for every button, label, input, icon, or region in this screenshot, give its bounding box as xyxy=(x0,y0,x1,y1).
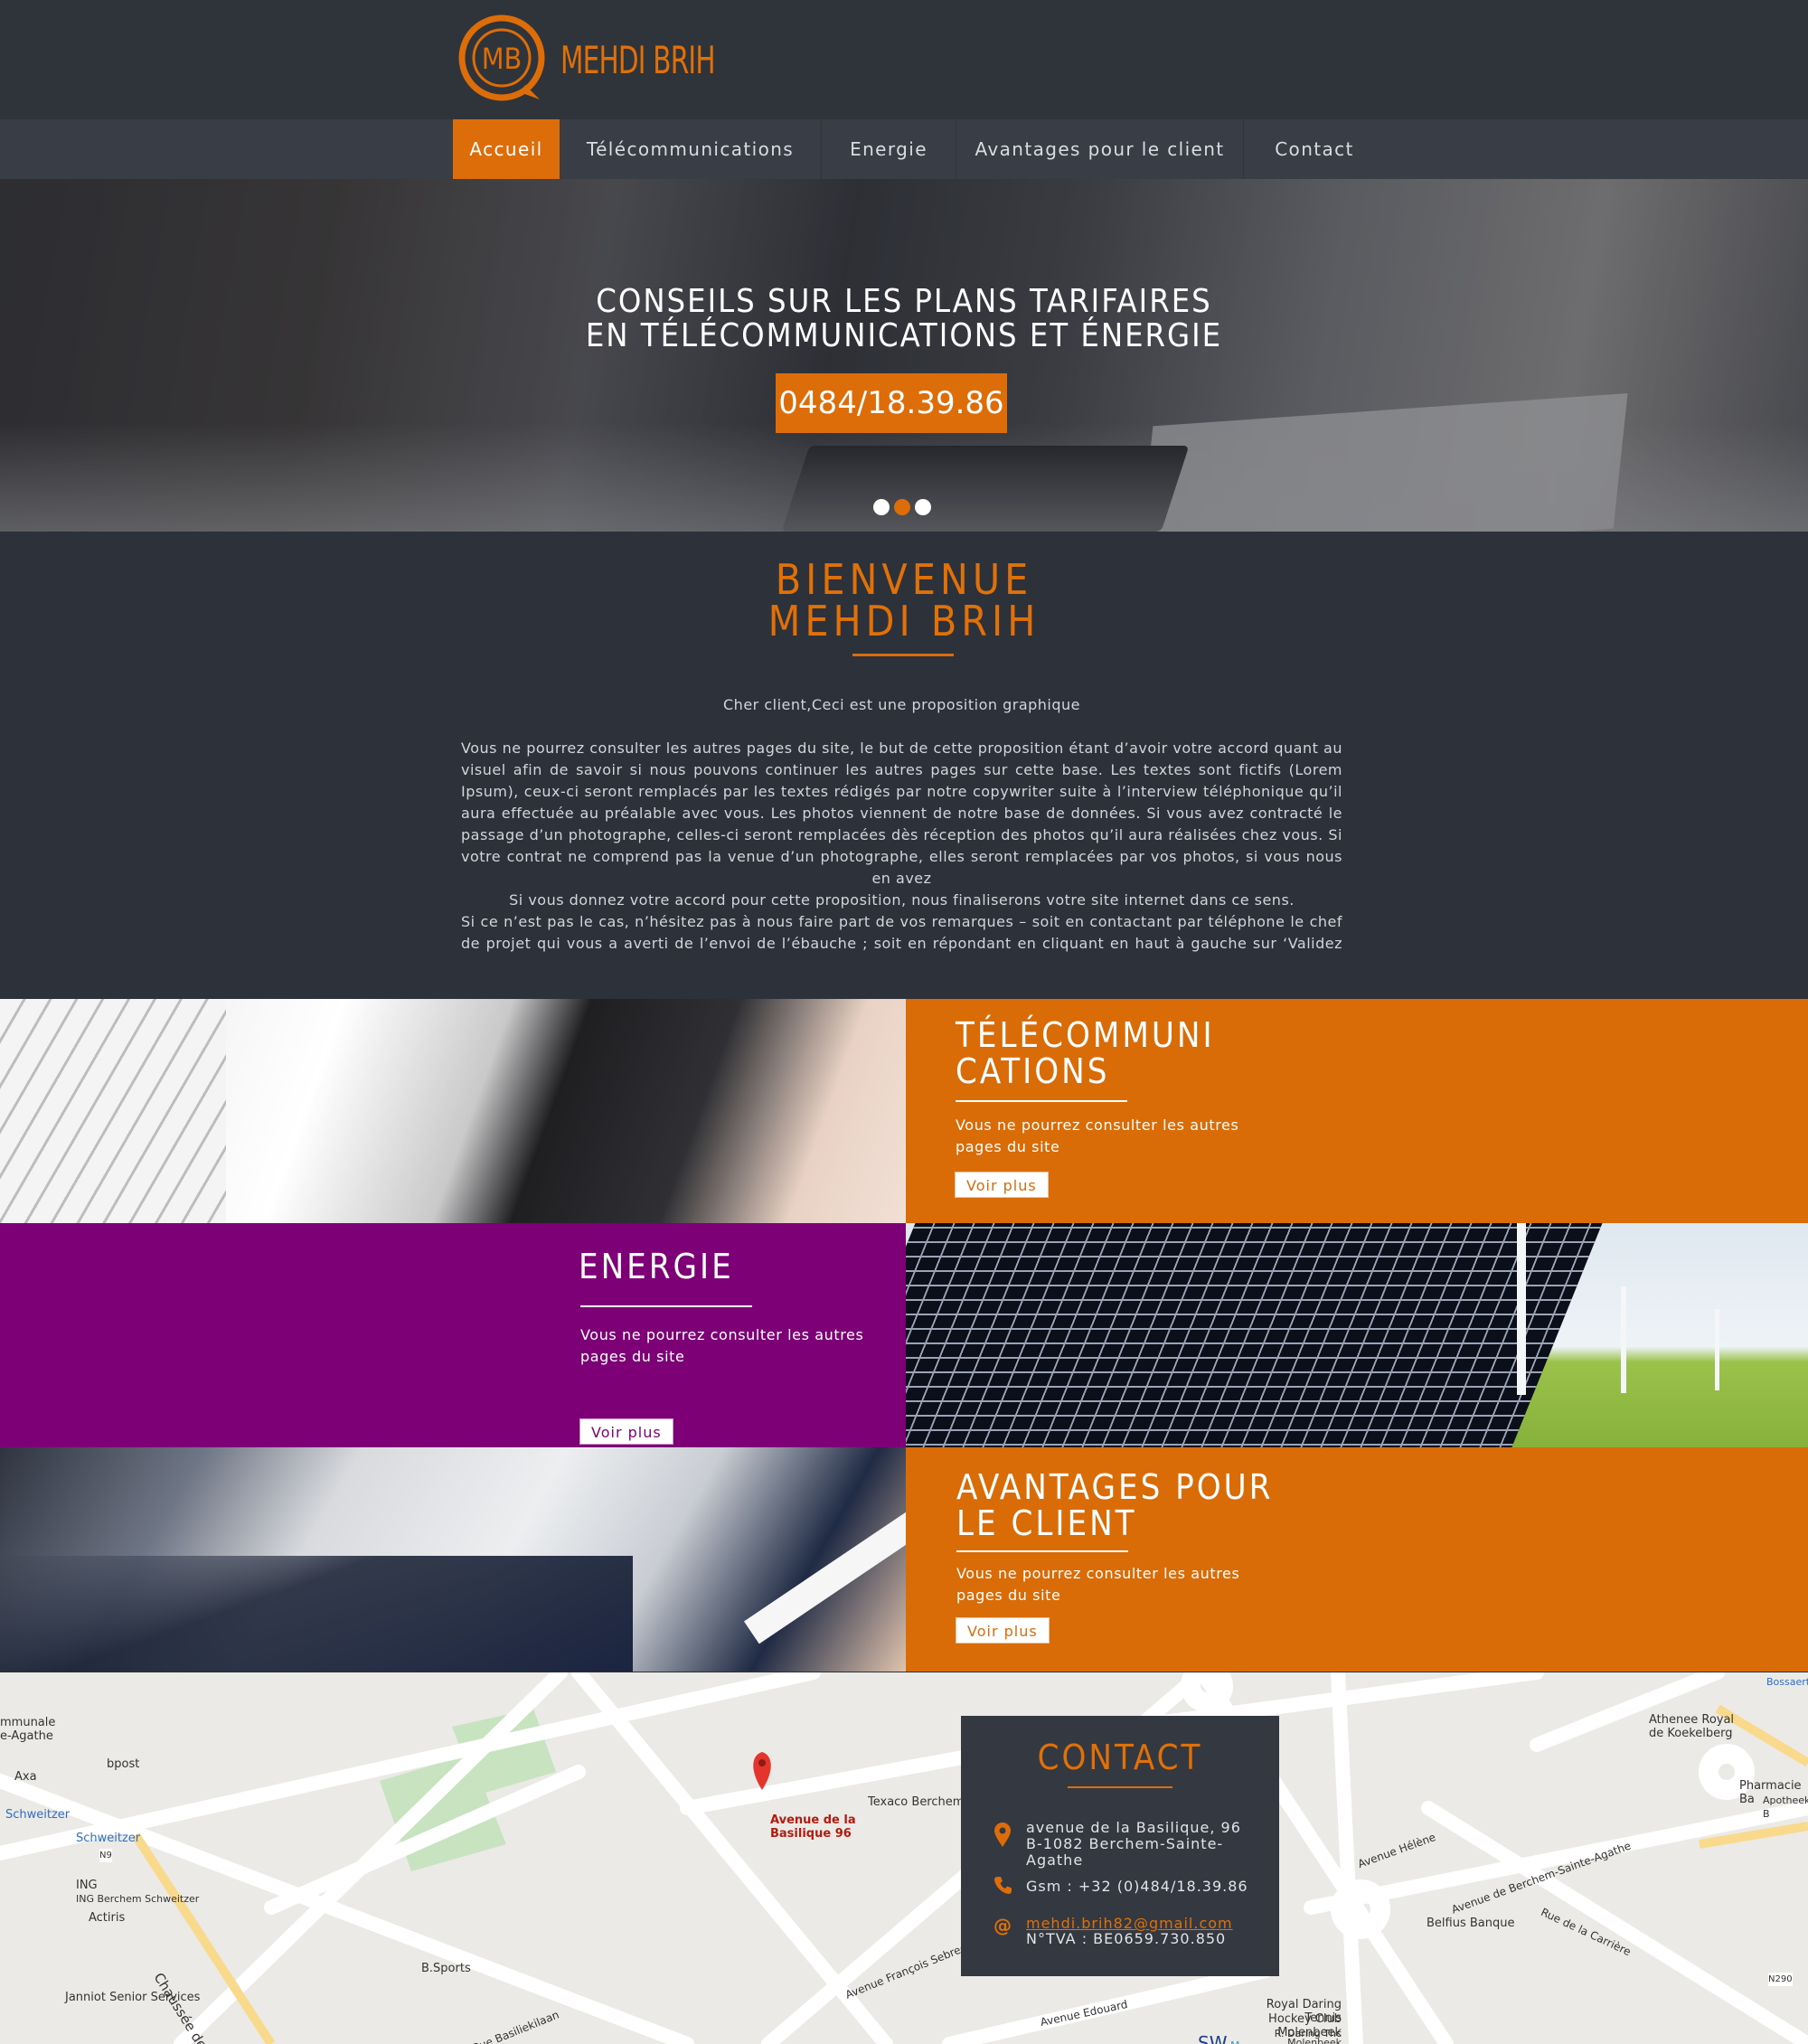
map-pin-label-line1: Avenue de la xyxy=(770,1813,856,1827)
nav-item-telecommunications[interactable]: Télécommunications xyxy=(560,119,822,179)
map-label: bpost xyxy=(107,1757,140,1771)
logo-initials: MB xyxy=(482,42,523,76)
nav-item-avantages[interactable]: Avantages pour le client xyxy=(956,119,1244,179)
contact-card: CONTACT avenue de la Basilique, 96 B-108… xyxy=(961,1716,1279,1976)
svg-text:SW: SW xyxy=(1198,2032,1228,2044)
avantages-divider xyxy=(956,1550,1128,1552)
contact-title: CONTACT xyxy=(1037,1738,1203,1777)
map-label: Schweitzer xyxy=(5,1808,71,1822)
telecom-tile: TÉLÉCOMMUNI CATIONS Vous ne pourrez cons… xyxy=(906,999,1808,1223)
solar-photo xyxy=(906,1223,1808,1447)
welcome-divider xyxy=(852,654,954,656)
at-icon: @ xyxy=(993,1915,1012,1936)
map-label: Schweitzer xyxy=(76,1832,141,1845)
contact-tva: N°TVA : BE0659.730.850 xyxy=(1026,1930,1227,1947)
map-swm-logo: SW M xyxy=(1166,2030,1275,2044)
wind-turbine-mast-3 xyxy=(1715,1309,1719,1390)
map-label: N9 xyxy=(99,1849,112,1862)
telecom-title-line1: TÉLÉCOMMUNI xyxy=(956,1015,1215,1055)
contact-address-line1: avenue de la Basilique, 96 xyxy=(1026,1819,1241,1836)
telecom-divider xyxy=(956,1100,1127,1102)
header-bar: MB MEHDI BRIH xyxy=(0,0,1808,119)
keyboard-image xyxy=(0,999,226,1223)
energie-voir-plus-button[interactable]: Voir plus xyxy=(579,1418,673,1445)
map-label: ING Berchem Schweitzer xyxy=(76,1893,200,1905)
contact-address-line2: B-1082 Berchem-Sainte-Agathe xyxy=(1026,1835,1224,1869)
phone-icon xyxy=(994,1877,1012,1894)
wind-turbine-mast-1 xyxy=(1517,1223,1526,1395)
hero-title: CONSEILS SUR LES PLANS TARIFAIRES EN TÉL… xyxy=(0,285,1808,353)
hero-title-line2: EN TÉLÉCOMMUNICATIONS ET ÉNERGIE xyxy=(585,317,1223,354)
map-label: Athenee Royal xyxy=(1649,1713,1735,1727)
map-label: mmunale xyxy=(0,1716,56,1729)
energie-title: ENERGIE xyxy=(579,1247,734,1286)
avantages-text: Vous ne pourrez consulter les autres pag… xyxy=(956,1565,1240,1604)
map-label: Actiris xyxy=(89,1911,126,1925)
map-label: de Koekelberg xyxy=(1649,1727,1733,1740)
slider-dot-2[interactable] xyxy=(894,499,910,515)
map-label: N290 xyxy=(1768,1973,1793,1986)
avantages-tile: AVANTAGES POUR LE CLIENT Vous ne pourrez… xyxy=(906,1447,1808,1672)
logo-icon[interactable]: MB xyxy=(457,13,551,105)
avantages-voir-plus-button[interactable]: Voir plus xyxy=(956,1617,1050,1644)
suit-arm-image xyxy=(0,1556,633,1672)
welcome-title: BIENVENUE MEHDI BRIH xyxy=(0,559,1808,642)
hero-overlay xyxy=(0,179,1808,532)
map-pin-label: Avenue de la Basilique 96 xyxy=(770,1813,856,1841)
slider-dot-3[interactable] xyxy=(915,499,931,515)
welcome-title-line2: MEHDI BRIH xyxy=(767,597,1041,645)
telecom-title-line2: CATIONS xyxy=(956,1051,1110,1091)
solar-panel-image xyxy=(906,1223,1606,1447)
svg-text:M: M xyxy=(1230,2039,1239,2044)
contact-gsm[interactable]: Gsm : +32 (0)484/18.39.86 xyxy=(1026,1879,1248,1895)
energie-divider xyxy=(580,1305,752,1307)
nav-item-contact[interactable]: Contact xyxy=(1244,119,1385,179)
main-nav: Accueil Télécommunications Energie Avant… xyxy=(0,119,1808,179)
telecom-title: TÉLÉCOMMUNI CATIONS xyxy=(956,1017,1215,1089)
nav-item-accueil[interactable]: Accueil xyxy=(453,119,560,179)
map-label: B.Sports xyxy=(421,1962,471,1975)
welcome-paragraph-2-line1: Si vous donnez votre accord pour cette p… xyxy=(509,891,1295,909)
map-marker-icon xyxy=(994,1823,1011,1847)
telecom-photo xyxy=(0,999,906,1223)
location-map[interactable]: Avenue de la Basilique 96 mmunale e-Agat… xyxy=(0,1672,1808,2044)
map-label: Axa xyxy=(14,1770,37,1784)
map-streets xyxy=(0,1672,1808,2044)
swm-logo-icon: SW M xyxy=(1198,2032,1239,2044)
telecom-voir-plus-button[interactable]: Voir plus xyxy=(955,1172,1049,1198)
hero-slider xyxy=(0,179,1808,532)
map-label: Belfius Banque xyxy=(1427,1917,1515,1930)
brand-name[interactable]: MEHDI BRIH xyxy=(560,38,716,82)
map-label: ING xyxy=(76,1879,98,1892)
welcome-title-line1: BIENVENUE xyxy=(775,555,1033,604)
avantages-title-line1: AVANTAGES POUR xyxy=(956,1467,1274,1507)
contact-divider xyxy=(1068,1786,1172,1788)
map-label: Bossaert xyxy=(1766,1676,1808,1688)
welcome-greeting: Cher client,Ceci est une proposition gra… xyxy=(723,696,1080,713)
map-label: Texaco Berchem xyxy=(868,1795,965,1809)
hero-phone-button[interactable]: 0484/18.39.86 xyxy=(776,373,1007,433)
slider-dots xyxy=(873,499,936,515)
energie-tile: ENERGIE Vous ne pourrez consulter les au… xyxy=(0,1223,906,1447)
welcome-paragraph-2-line2: Si ce n’est pas le cas, n’hésitez pas à … xyxy=(461,913,1342,952)
avantages-photo xyxy=(0,1447,947,1672)
map-pin-label-line2: Basilique 96 xyxy=(770,1827,852,1841)
map-label: e-Agathe xyxy=(0,1729,53,1743)
telecom-text: Vous ne pourrez consulter les autres pag… xyxy=(956,1116,1239,1155)
slider-dot-1[interactable] xyxy=(873,499,890,515)
nav-item-energie[interactable]: Energie xyxy=(822,119,956,179)
map-label: Apotheek B xyxy=(1763,1794,1808,1820)
hero-title-line1: CONSEILS SUR LES PLANS TARIFAIRES xyxy=(596,283,1212,320)
avantages-title-line2: LE CLIENT xyxy=(956,1503,1137,1543)
welcome-paragraph-1: Vous ne pourrez consulter les autres pag… xyxy=(461,739,1342,887)
energie-text: Vous ne pourrez consulter les autres pag… xyxy=(580,1326,864,1365)
avantages-title: AVANTAGES POUR LE CLIENT xyxy=(956,1469,1273,1541)
wind-turbine-mast-2 xyxy=(1621,1286,1626,1393)
